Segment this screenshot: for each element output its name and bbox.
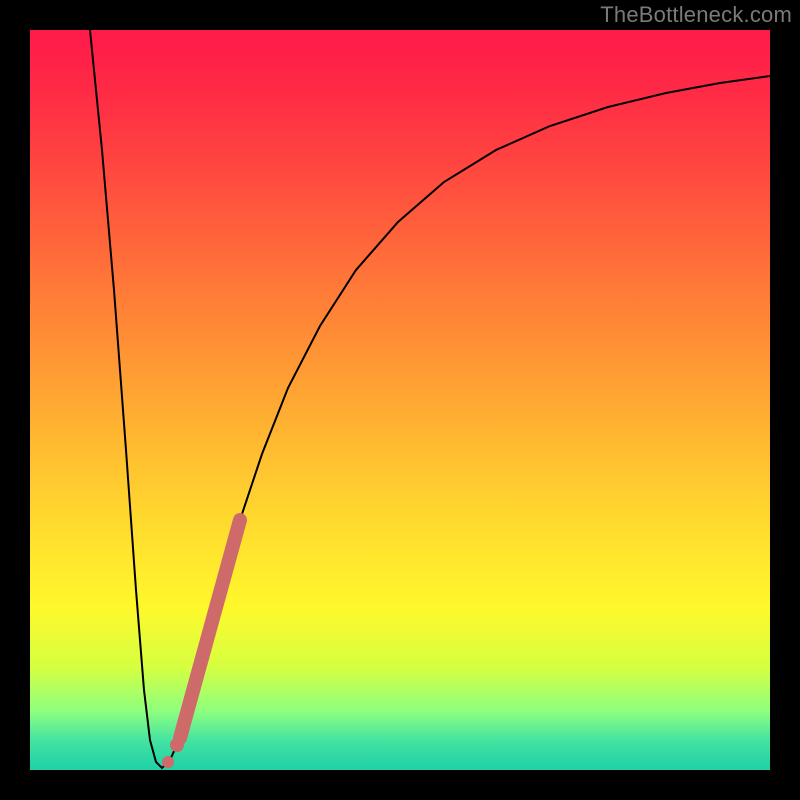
plot-area [30, 30, 770, 770]
highlight-segment [180, 520, 240, 738]
chart-frame: TheBottleneck.com [0, 0, 800, 800]
watermark-text: TheBottleneck.com [600, 2, 792, 28]
bottleneck-curve [90, 30, 770, 768]
curve-svg [30, 30, 770, 770]
highlight-dot [170, 738, 184, 752]
highlight-dot [162, 756, 174, 768]
